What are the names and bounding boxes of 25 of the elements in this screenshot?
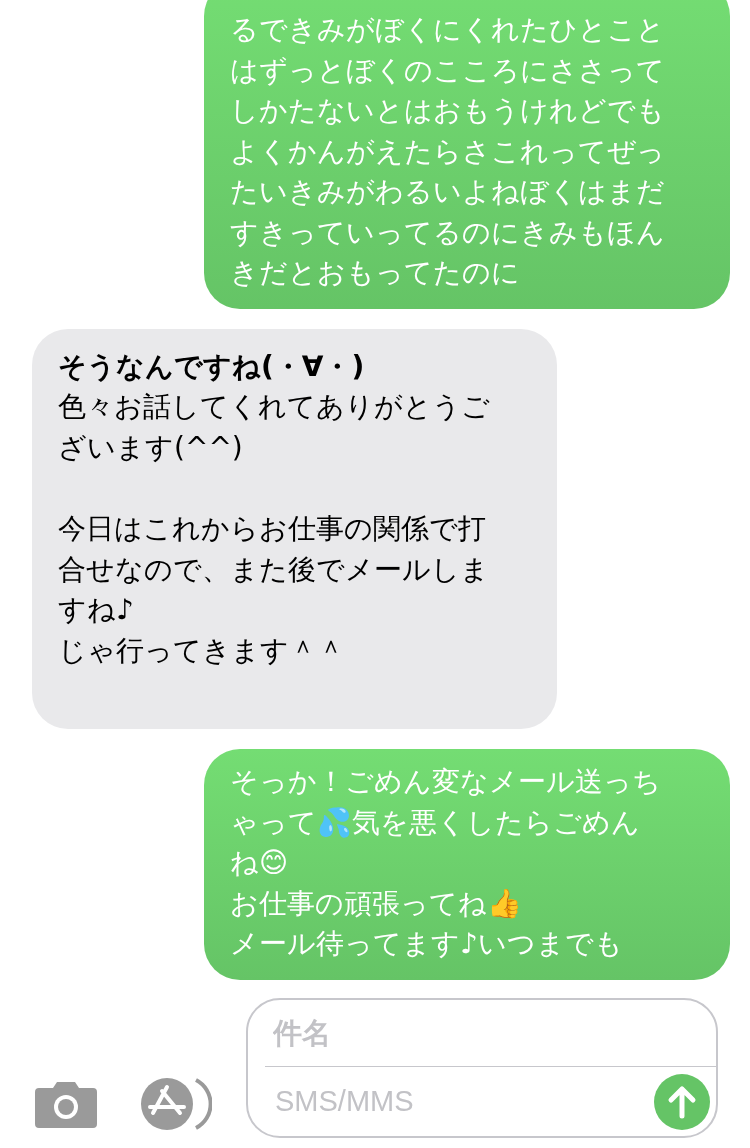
message-text: よくかんがえたらさこれってぜっ (230, 133, 666, 170)
message-text: たいきみがわるいよねぼくはまだ (230, 174, 666, 210)
app-store-icon[interactable] (140, 1077, 212, 1131)
message-text: じゃ行ってきます＾＾ (58, 632, 346, 669)
message-text: はずっとぼくのこころにささって (230, 52, 666, 89)
message-text: そうなんですね(・∀・) (58, 348, 366, 385)
message-text: 色々お話してくれてありがとうご (58, 389, 491, 425)
message-input[interactable]: SMS/MMS (273, 1084, 654, 1119)
message-text: ざいます(^^) (58, 429, 244, 466)
message-field[interactable]: 件名 SMS/MMS (246, 998, 718, 1138)
message-text: 合せなので、また後でメールしま (58, 551, 490, 588)
message-text: ゃって💦気を悪くしたらごめん (230, 804, 641, 841)
message-text: そっか！ごめん変なメール送っち (230, 764, 662, 800)
message-text: きだとおもってたのに (230, 255, 521, 291)
message-text: 今日はこれからお仕事の関係で打 (58, 511, 487, 547)
subject-field[interactable]: 件名 (265, 1000, 716, 1067)
message-text: ね😊 (230, 845, 290, 881)
message-text: るできみがぼくにくれたひとこと (230, 12, 666, 48)
message-text: メール待ってます♪いつまでも (230, 926, 624, 962)
message-text: しかたないとはおもうけれどでも (230, 93, 666, 129)
message-text: すきっていってるのにきみもほん (230, 214, 666, 251)
send-button[interactable] (654, 1073, 710, 1130)
camera-icon[interactable] (35, 1080, 97, 1128)
message-text: お仕事の頑張ってね👍 (230, 885, 523, 922)
message-text: すね♪ (58, 592, 135, 628)
